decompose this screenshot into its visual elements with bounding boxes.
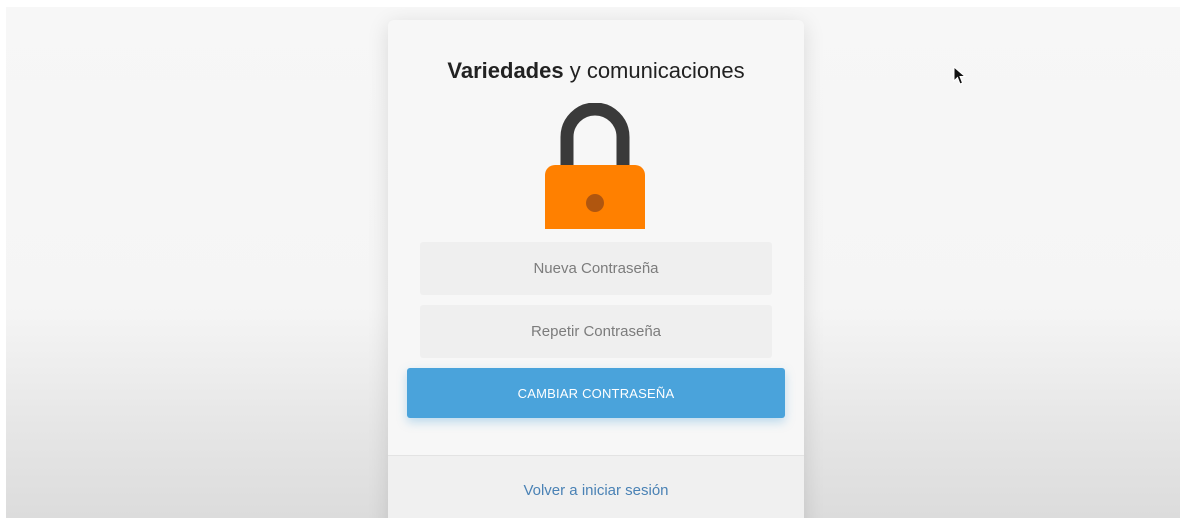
new-password-input[interactable] xyxy=(420,242,772,295)
brand-name: Variedades xyxy=(447,58,564,83)
footer-divider xyxy=(388,455,804,456)
mouse-pointer-icon xyxy=(953,66,967,85)
back-to-login-link[interactable]: Volver a iniciar sesión xyxy=(388,482,804,499)
repeat-password-input[interactable] xyxy=(420,305,772,358)
title-rest: y comunicaciones xyxy=(563,58,745,83)
lock-icon xyxy=(545,103,645,229)
page-background: Variedades y comunicaciones CAMBIAR CONT… xyxy=(6,7,1180,518)
change-password-card: Variedades y comunicaciones CAMBIAR CONT… xyxy=(388,20,804,518)
change-password-button[interactable]: CAMBIAR CONTRASEÑA xyxy=(407,368,785,418)
page-title: Variedades y comunicaciones xyxy=(388,58,804,84)
